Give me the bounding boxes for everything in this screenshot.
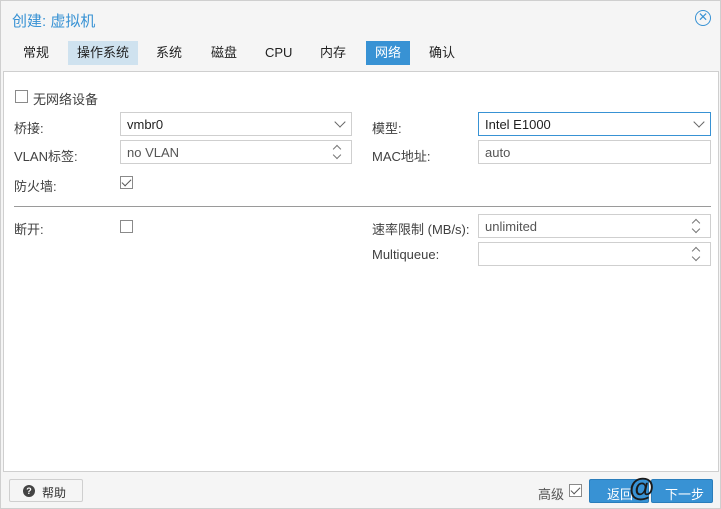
tab-network[interactable]: 网络 — [366, 41, 411, 65]
next-button[interactable]: 下一步 — [651, 479, 713, 503]
advanced-checkbox[interactable] — [569, 484, 582, 497]
back-label: 返回 — [607, 487, 634, 502]
rate-limit-label: 速率限制 (MB/s): — [372, 222, 470, 237]
firewall-checkbox[interactable] — [120, 176, 133, 189]
section-divider — [14, 206, 711, 207]
close-icon[interactable]: ✕ — [695, 10, 711, 26]
tab-disk[interactable]: 磁盘 — [202, 41, 246, 65]
disconnect-label: 断开: — [14, 222, 44, 237]
question-icon: ? — [23, 485, 35, 497]
no-network-label: 无网络设备 — [33, 92, 99, 107]
chevron-down-icon[interactable] — [334, 116, 346, 128]
spinner-arrows-icon[interactable] — [332, 143, 343, 161]
multiqueue-spinner[interactable] — [478, 242, 711, 266]
bridge-value: vmbr0 — [127, 117, 164, 132]
tab-os[interactable]: 操作系统 — [68, 41, 139, 65]
help-label: 帮助 — [42, 486, 67, 500]
firewall-label: 防火墙: — [14, 179, 57, 194]
disconnect-checkbox[interactable] — [120, 220, 133, 233]
model-select[interactable]: Intel E1000 — [478, 112, 711, 136]
vlan-label: VLAN标签: — [14, 149, 78, 164]
no-network-checkbox[interactable] — [15, 90, 28, 103]
mac-label: MAC地址: — [372, 149, 431, 164]
advanced-label: 高级 — [538, 487, 565, 502]
help-button[interactable]: ? 帮助 — [9, 479, 83, 502]
spinner-arrows-icon[interactable] — [691, 217, 702, 235]
mac-value: auto — [485, 145, 511, 160]
dialog-title: 创建: 虚拟机 — [12, 13, 96, 30]
tab-memory[interactable]: 内存 — [311, 41, 355, 65]
spinner-arrows-icon[interactable] — [691, 245, 702, 263]
chevron-down-icon[interactable] — [693, 116, 705, 128]
model-label: 模型: — [372, 121, 402, 136]
wizard-tabs: 常规 操作系统 系统 磁盘 CPU 内存 网络 确认 — [1, 41, 720, 67]
rate-limit-value: unlimited — [485, 219, 538, 234]
tab-system[interactable]: 系统 — [147, 41, 191, 65]
bridge-label: 桥接: — [14, 121, 44, 136]
tab-cpu[interactable]: CPU — [256, 41, 301, 65]
multiqueue-label: Multiqueue: — [372, 247, 440, 262]
model-value: Intel E1000 — [485, 117, 551, 132]
mac-input[interactable]: auto — [478, 140, 711, 164]
bridge-select[interactable]: vmbr0 — [120, 112, 352, 136]
tab-confirm[interactable]: 确认 — [420, 41, 464, 65]
network-panel: 无网络设备 桥接: vmbr0 模型: Intel E1000 VLAN标签: … — [3, 71, 719, 472]
tab-general[interactable]: 常规 — [14, 41, 58, 65]
dialog-titlebar: 创建: 虚拟机 ✕ — [1, 1, 720, 37]
vlan-value: no VLAN — [127, 145, 180, 160]
dialog-footer: ? 帮助 高级 返回 下一步 — [1, 473, 720, 509]
rate-limit-spinner[interactable]: unlimited — [478, 214, 711, 238]
back-button[interactable]: 返回 — [589, 479, 649, 503]
vlan-spinner[interactable]: no VLAN — [120, 140, 352, 164]
next-label: 下一步 — [665, 487, 705, 502]
create-vm-dialog: 创建: 虚拟机 ✕ 常规 操作系统 系统 磁盘 CPU 内存 网络 确认 无网络… — [0, 0, 721, 509]
